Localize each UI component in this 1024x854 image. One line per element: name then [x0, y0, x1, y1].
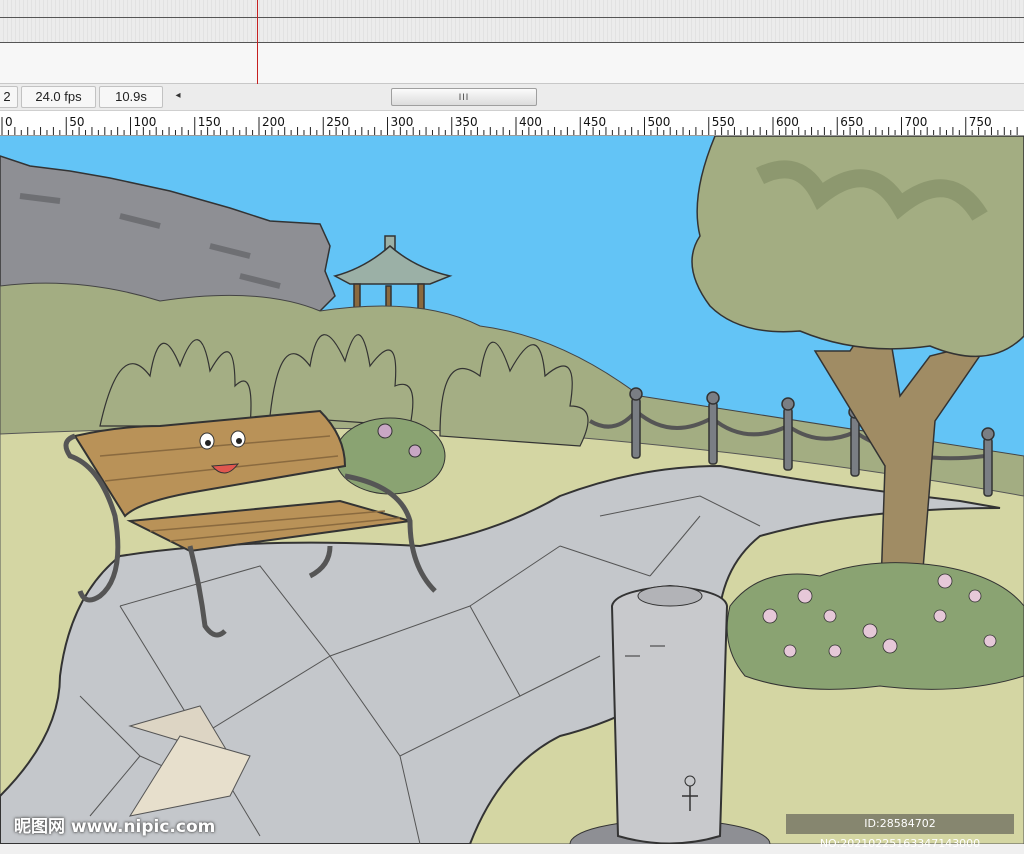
ruler-label: 150 [197, 115, 221, 129]
ruler-label: 200 [262, 115, 285, 129]
ruler-label: 350 [454, 115, 478, 129]
horizontal-scrollbar-thumb[interactable]: III [391, 88, 537, 106]
ruler-label: 0 [5, 115, 13, 129]
ruler-label: 300 [390, 115, 414, 129]
timeline-empty-area [0, 43, 1024, 84]
playhead[interactable] [257, 0, 258, 84]
stage-canvas[interactable] [0, 136, 1024, 844]
ruler-label: 400 [519, 115, 542, 129]
ruler-label: 700 [904, 115, 928, 129]
ruler-label: 600 [776, 115, 799, 129]
ruler-label: 450 [583, 115, 607, 129]
site-watermark-logo: 昵图网 www.nipic.com [14, 817, 216, 837]
timeline-layer-row[interactable] [0, 0, 1024, 18]
park-scene-illustration [0, 136, 1024, 844]
ruler-label: 550 [711, 115, 735, 129]
frame-rate-field[interactable]: 24.0 fps [21, 86, 96, 108]
scroll-left-arrow-icon[interactable]: ◂ [172, 88, 184, 104]
ruler-label: 250 [326, 115, 350, 129]
ruler-label: 500 [647, 115, 671, 129]
elapsed-time-field: 10.9s [99, 86, 163, 108]
ruler-label: 750 [968, 115, 992, 129]
current-frame-field[interactable]: 2 [0, 86, 18, 108]
image-id-watermark: ID:28584702 NO:20210225163347143000 [786, 814, 1014, 850]
ruler-label: 650 [840, 115, 864, 129]
timeline-layer-row[interactable] [0, 18, 1024, 43]
ruler-label: 50 [69, 115, 85, 129]
flower-bed [726, 562, 1024, 690]
timeline-status-bar: 2 24.0 fps 10.9s ◂ III [0, 84, 1024, 111]
horizontal-ruler: 0 50 100 150 200 250 300 350 400 450 500 550 600 650 7… [0, 111, 1024, 136]
ruler-label: 100 [133, 115, 157, 129]
timeline-panel [0, 0, 1024, 84]
